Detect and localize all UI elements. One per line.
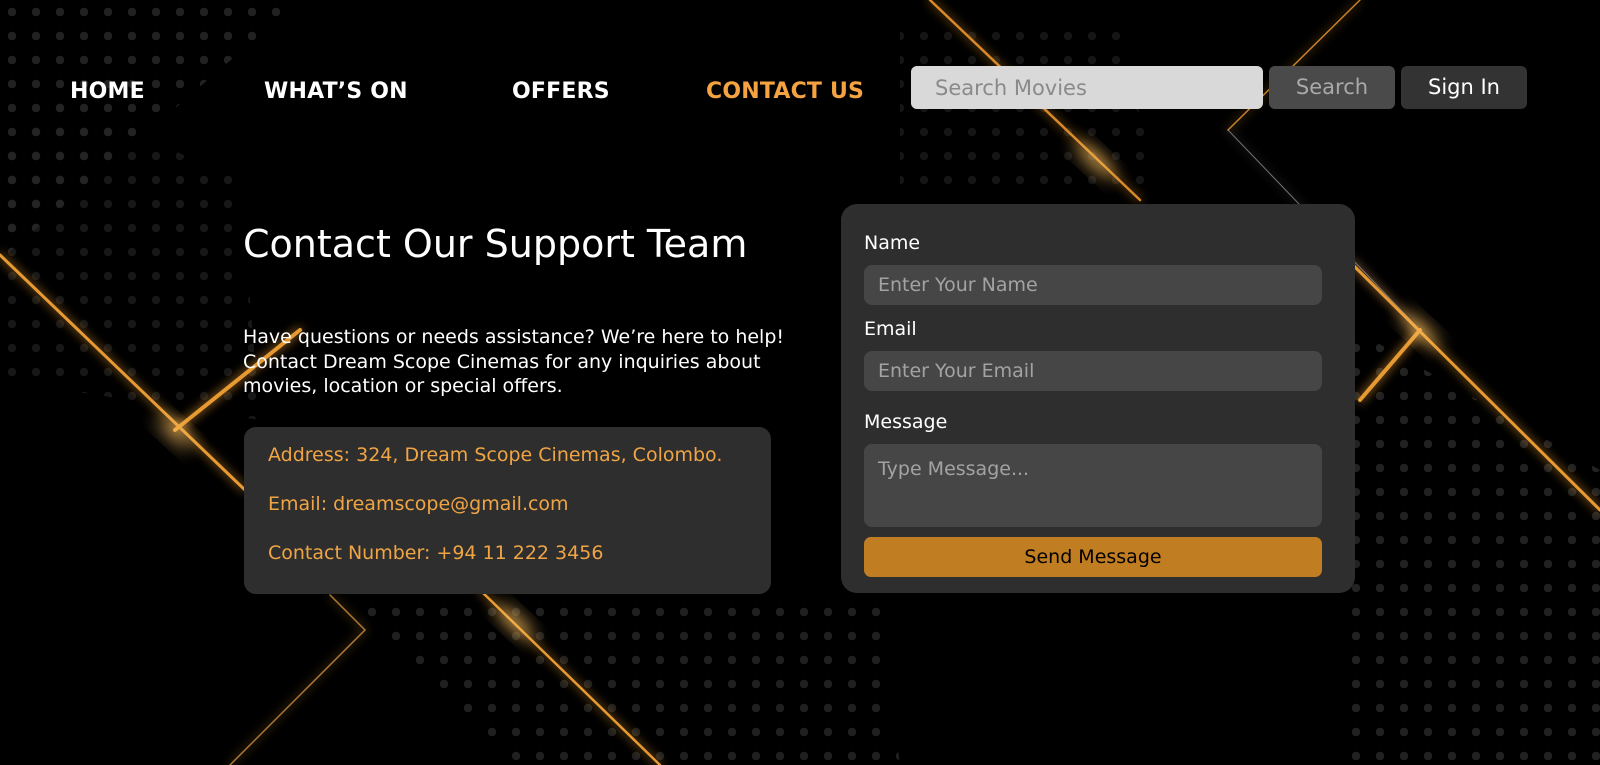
name-label: Name	[864, 232, 921, 254]
nav-home[interactable]: HOME	[70, 78, 145, 106]
email-field[interactable]	[864, 351, 1322, 391]
phone-text: Contact Number: +94 11 222 3456	[268, 542, 604, 564]
page-title: Contact Our Support Team	[243, 222, 748, 266]
email-label: Email	[864, 318, 917, 340]
nav-contact-us[interactable]: CONTACT US	[706, 78, 864, 106]
nav-offers[interactable]: OFFERS	[512, 78, 610, 106]
contact-form: Name Email Message Send Message	[841, 204, 1355, 593]
sign-in-button[interactable]: Sign In	[1401, 66, 1527, 109]
intro-text: Have questions or needs assistance? We’r…	[243, 326, 785, 397]
message-label: Message	[864, 411, 948, 433]
contact-info-card: Address: 324, Dream Scope Cinemas, Colom…	[244, 427, 771, 594]
search-input[interactable]	[911, 66, 1263, 109]
name-field[interactable]	[864, 265, 1322, 305]
search-button[interactable]: Search	[1269, 66, 1395, 109]
email-text: Email: dreamscope@gmail.com	[268, 493, 569, 515]
address-text: Address: 324, Dream Scope Cinemas, Colom…	[268, 444, 723, 466]
nav-whats-on[interactable]: WHAT’S ON	[264, 78, 408, 106]
message-field[interactable]	[864, 444, 1322, 527]
send-message-button[interactable]: Send Message	[864, 537, 1322, 577]
